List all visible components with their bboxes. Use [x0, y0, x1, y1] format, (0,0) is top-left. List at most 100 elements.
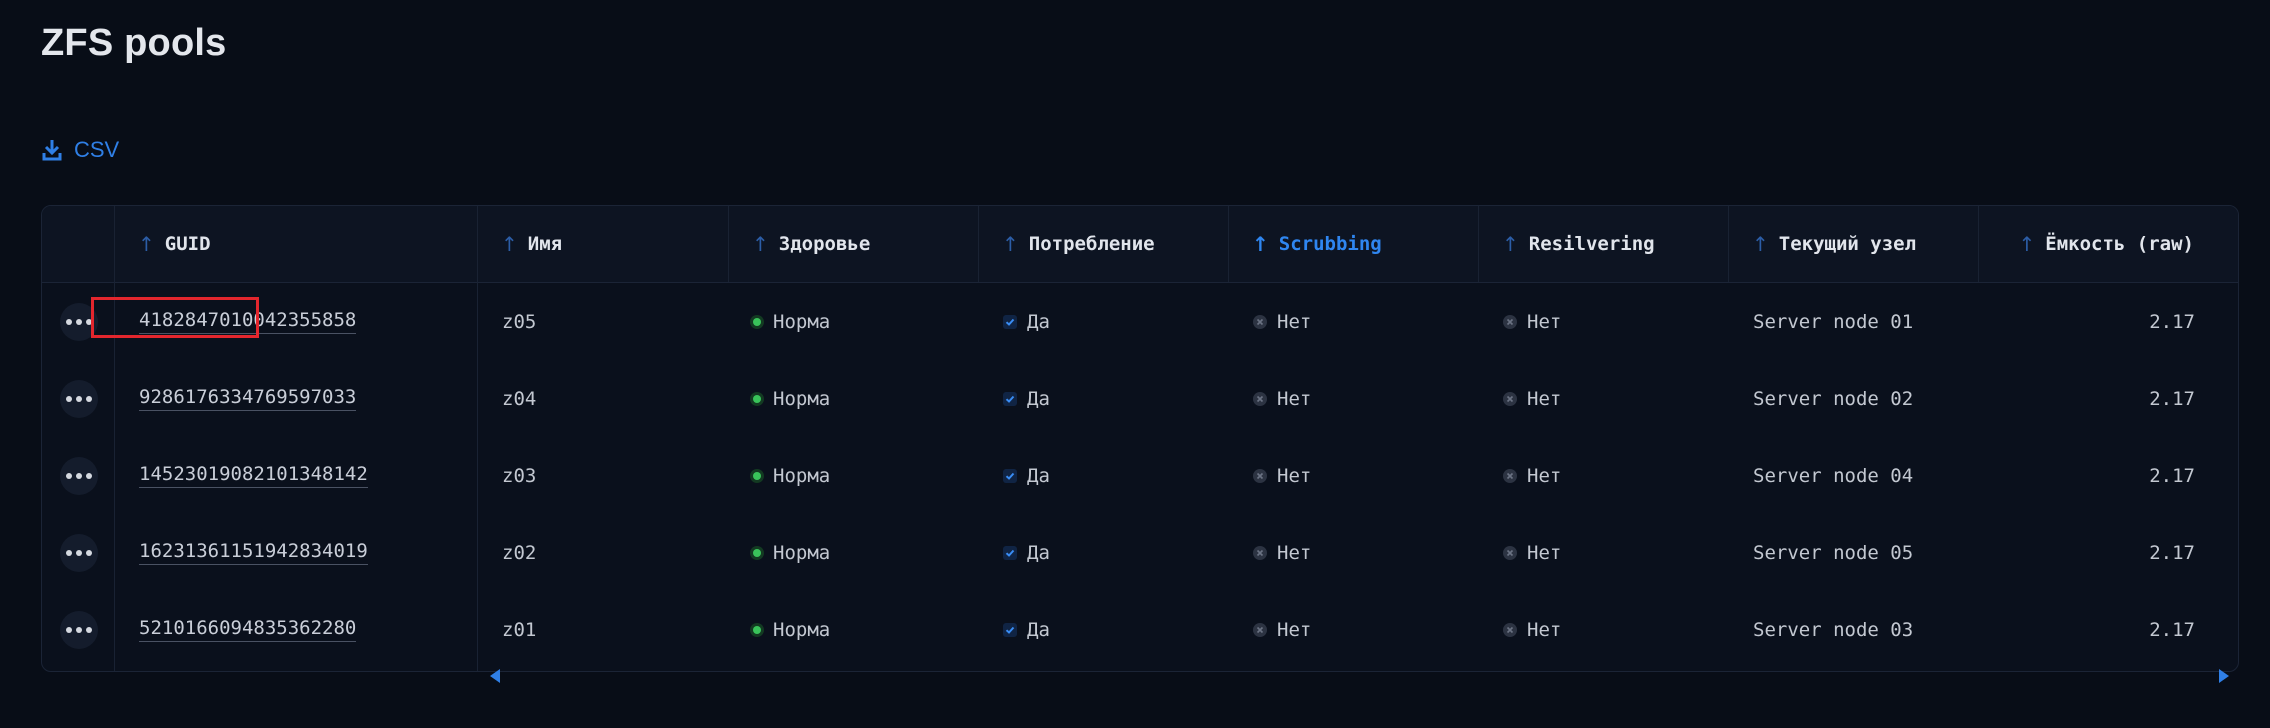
row-actions-button[interactable]: [60, 457, 98, 495]
name-cell: z02: [502, 541, 537, 564]
column-header-guid[interactable]: ↑ GUID: [138, 206, 453, 282]
more-dots-icon: [66, 627, 72, 633]
more-dots-icon: [86, 550, 92, 556]
check-icon: [1003, 545, 1017, 560]
scrubbing-label: Нет: [1277, 464, 1312, 487]
consumption-label: Да: [1027, 541, 1050, 564]
resilvering-label: Нет: [1527, 464, 1562, 487]
sort-arrow-icon: ↑: [752, 232, 769, 256]
x-circle-icon: [1503, 468, 1517, 483]
row-actions-button[interactable]: [60, 611, 98, 649]
status-dot-icon: [753, 548, 761, 557]
scroll-right-arrow[interactable]: [2219, 669, 2229, 683]
guid-link[interactable]: 5210166094835362280: [139, 617, 357, 642]
column-header-resilvering[interactable]: ↑ Resilvering: [1502, 206, 1704, 282]
more-dots-icon: [66, 550, 72, 556]
row-actions-button[interactable]: [60, 534, 98, 572]
resilvering-cell: Нет: [1503, 360, 1705, 437]
health-cell: Норма: [753, 514, 955, 591]
column-divider: [1478, 206, 1479, 282]
scrubbing-cell: Нет: [1253, 514, 1455, 591]
consumption-label: Да: [1027, 310, 1050, 333]
node-cell: Server node 04: [1753, 464, 1914, 487]
status-dot-icon: [753, 394, 761, 403]
column-header-node[interactable]: ↑ Текущий узел: [1752, 206, 1954, 282]
guid-link[interactable]: 4182847010042355858: [139, 309, 357, 334]
guid-link[interactable]: 16231361151942834019: [139, 540, 368, 565]
column-header-label: Scrubbing: [1278, 233, 1382, 255]
health-cell: Норма: [753, 591, 955, 668]
health-label: Норма: [773, 618, 831, 641]
column-header-name[interactable]: ↑ Имя: [501, 206, 704, 282]
row-actions-button[interactable]: [60, 380, 98, 418]
name-cell: z03: [502, 464, 537, 487]
column-header-consumption[interactable]: ↑ Потребление: [1002, 206, 1204, 282]
guid-link[interactable]: 9286176334769597033: [139, 386, 357, 411]
consumption-label: Да: [1027, 387, 1050, 410]
x-circle-icon: [1503, 314, 1517, 329]
consumption-label: Да: [1027, 618, 1050, 641]
x-circle-icon: [1253, 468, 1267, 483]
name-cell: z04: [502, 387, 537, 410]
node-cell: Server node 03: [1753, 618, 1914, 641]
health-label: Норма: [773, 541, 831, 564]
name-cell: z05: [502, 310, 537, 333]
more-dots-icon: [76, 627, 82, 633]
sort-arrow-icon: ↑: [1752, 232, 1769, 256]
column-header-scrubbing[interactable]: ↑ Scrubbing: [1252, 206, 1454, 282]
column-divider: [728, 206, 729, 282]
scrubbing-label: Нет: [1277, 618, 1312, 641]
row-actions-button[interactable]: [60, 303, 98, 341]
scrubbing-cell: Нет: [1253, 437, 1455, 514]
column-header-label: Ёмкость (raw): [2045, 233, 2194, 255]
column-divider: [1228, 206, 1229, 282]
page-title: ZFS pools: [41, 22, 227, 64]
name-cell: z01: [502, 618, 537, 641]
column-divider: [1728, 206, 1729, 282]
scrubbing-label: Нет: [1277, 310, 1312, 333]
check-icon: [1003, 468, 1017, 483]
column-header-label: Потребление: [1028, 233, 1155, 255]
column-header-label: Resilvering: [1528, 233, 1655, 255]
check-icon: [1003, 314, 1017, 329]
status-dot-icon: [753, 317, 761, 326]
capacity-cell: 2.17: [2149, 618, 2195, 641]
more-dots-icon: [86, 627, 92, 633]
csv-export-button[interactable]: CSV: [42, 137, 119, 163]
resilvering-cell: Нет: [1503, 591, 1705, 668]
consumption-cell: Да: [1003, 514, 1205, 591]
guid-cell: 16231361151942834019: [139, 514, 454, 591]
scrubbing-label: Нет: [1277, 541, 1312, 564]
column-header-capacity[interactable]: ↑ Ёмкость (raw): [2002, 206, 2194, 282]
guid-cell: 9286176334769597033: [139, 360, 454, 437]
column-header-health[interactable]: ↑ Здоровье: [752, 206, 954, 282]
x-circle-icon: [1253, 314, 1267, 329]
resilvering-label: Нет: [1527, 541, 1562, 564]
x-circle-icon: [1253, 545, 1267, 560]
x-circle-icon: [1253, 622, 1267, 637]
consumption-cell: Да: [1003, 437, 1205, 514]
x-circle-icon: [1503, 545, 1517, 560]
scrubbing-cell: Нет: [1253, 591, 1455, 668]
scrubbing-cell: Нет: [1253, 283, 1455, 360]
scroll-left-arrow[interactable]: [490, 669, 500, 683]
guid-cell: 14523019082101348142: [139, 437, 454, 514]
check-icon: [1003, 622, 1017, 637]
health-label: Норма: [773, 310, 831, 333]
column-divider: [978, 206, 979, 282]
more-dots-icon: [76, 550, 82, 556]
consumption-cell: Да: [1003, 591, 1205, 668]
sort-arrow-icon: ↑: [2018, 232, 2036, 256]
table-row: 9286176334769597033 z04 Норма Да Нет Нет Serve…: [42, 360, 2238, 437]
guid-link[interactable]: 14523019082101348142: [139, 463, 368, 488]
more-dots-icon: [66, 473, 72, 479]
sort-arrow-icon: ↑: [138, 232, 155, 256]
column-divider: [114, 206, 115, 671]
more-dots-icon: [86, 473, 92, 479]
more-dots-icon: [66, 396, 72, 402]
x-circle-icon: [1253, 391, 1267, 406]
more-dots-icon: [76, 473, 82, 479]
csv-label: CSV: [74, 137, 120, 162]
status-dot-icon: [753, 625, 761, 634]
resilvering-cell: Нет: [1503, 283, 1705, 360]
